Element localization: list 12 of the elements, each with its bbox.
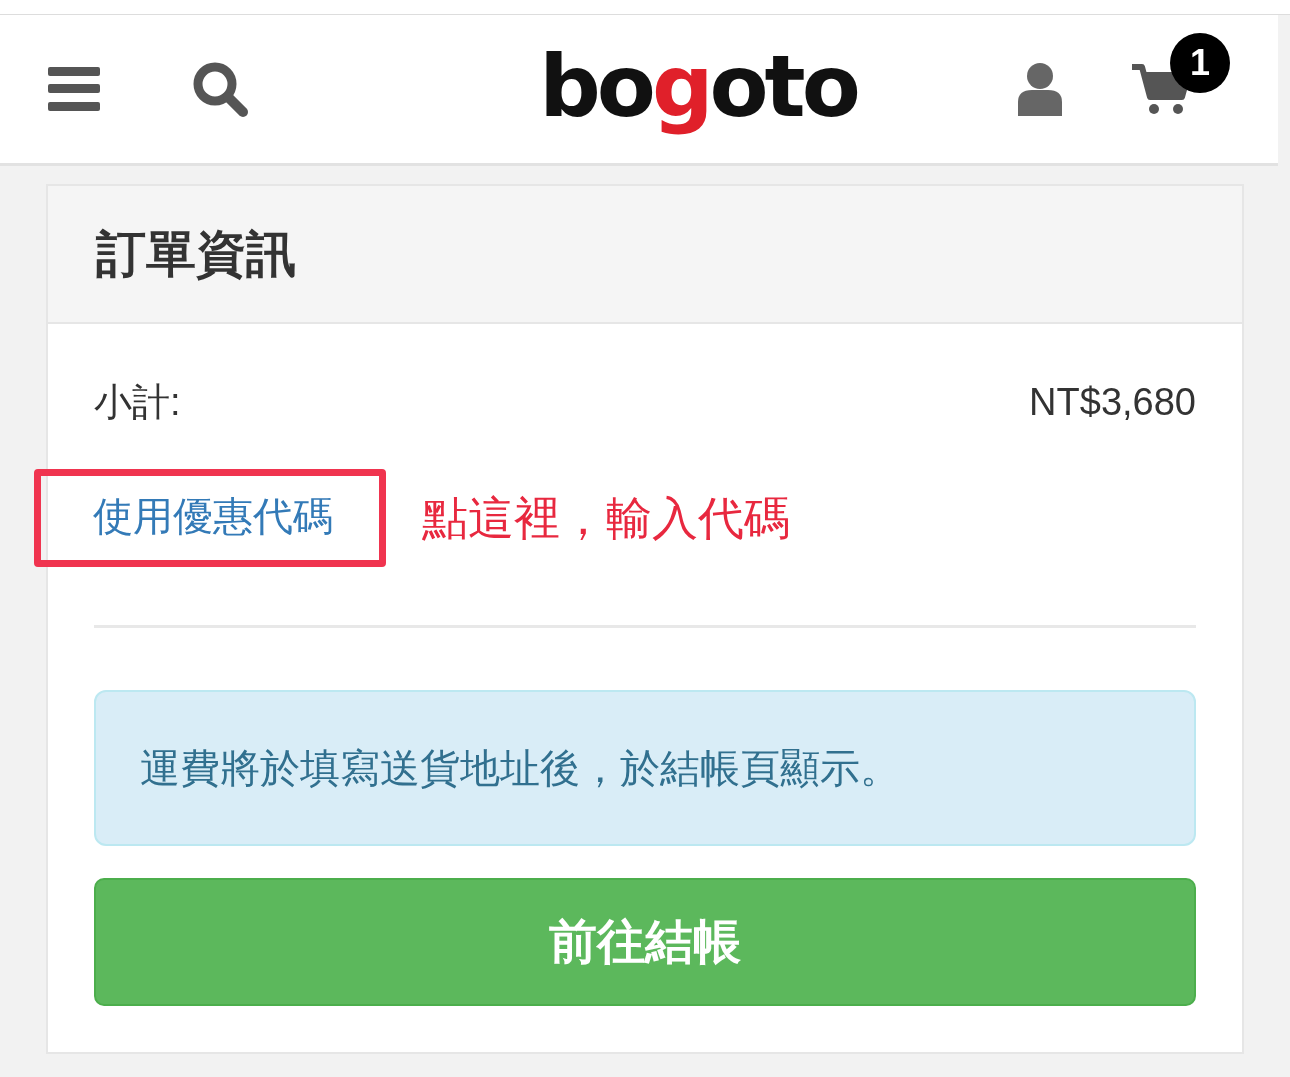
subtotal-label: 小計: — [94, 380, 181, 425]
logo[interactable]: bogoto — [539, 31, 857, 147]
shipping-note: 運費將於填寫送貨地址後，於結帳頁顯示。 — [94, 690, 1196, 846]
card-title: 訂單資訊 — [48, 186, 1242, 324]
menu-icon[interactable] — [48, 67, 100, 111]
annotation-text: 點這裡，輸入代碼 — [422, 490, 790, 546]
coupon-link[interactable]: 使用優惠代碼 — [93, 494, 333, 538]
subtotal-value: NT$3,680 — [1029, 380, 1196, 425]
cart-count-badge: 1 — [1170, 33, 1230, 93]
checkout-button[interactable]: 前往結帳 — [94, 878, 1196, 1006]
user-icon[interactable] — [1018, 62, 1062, 116]
search-icon[interactable] — [192, 61, 248, 117]
